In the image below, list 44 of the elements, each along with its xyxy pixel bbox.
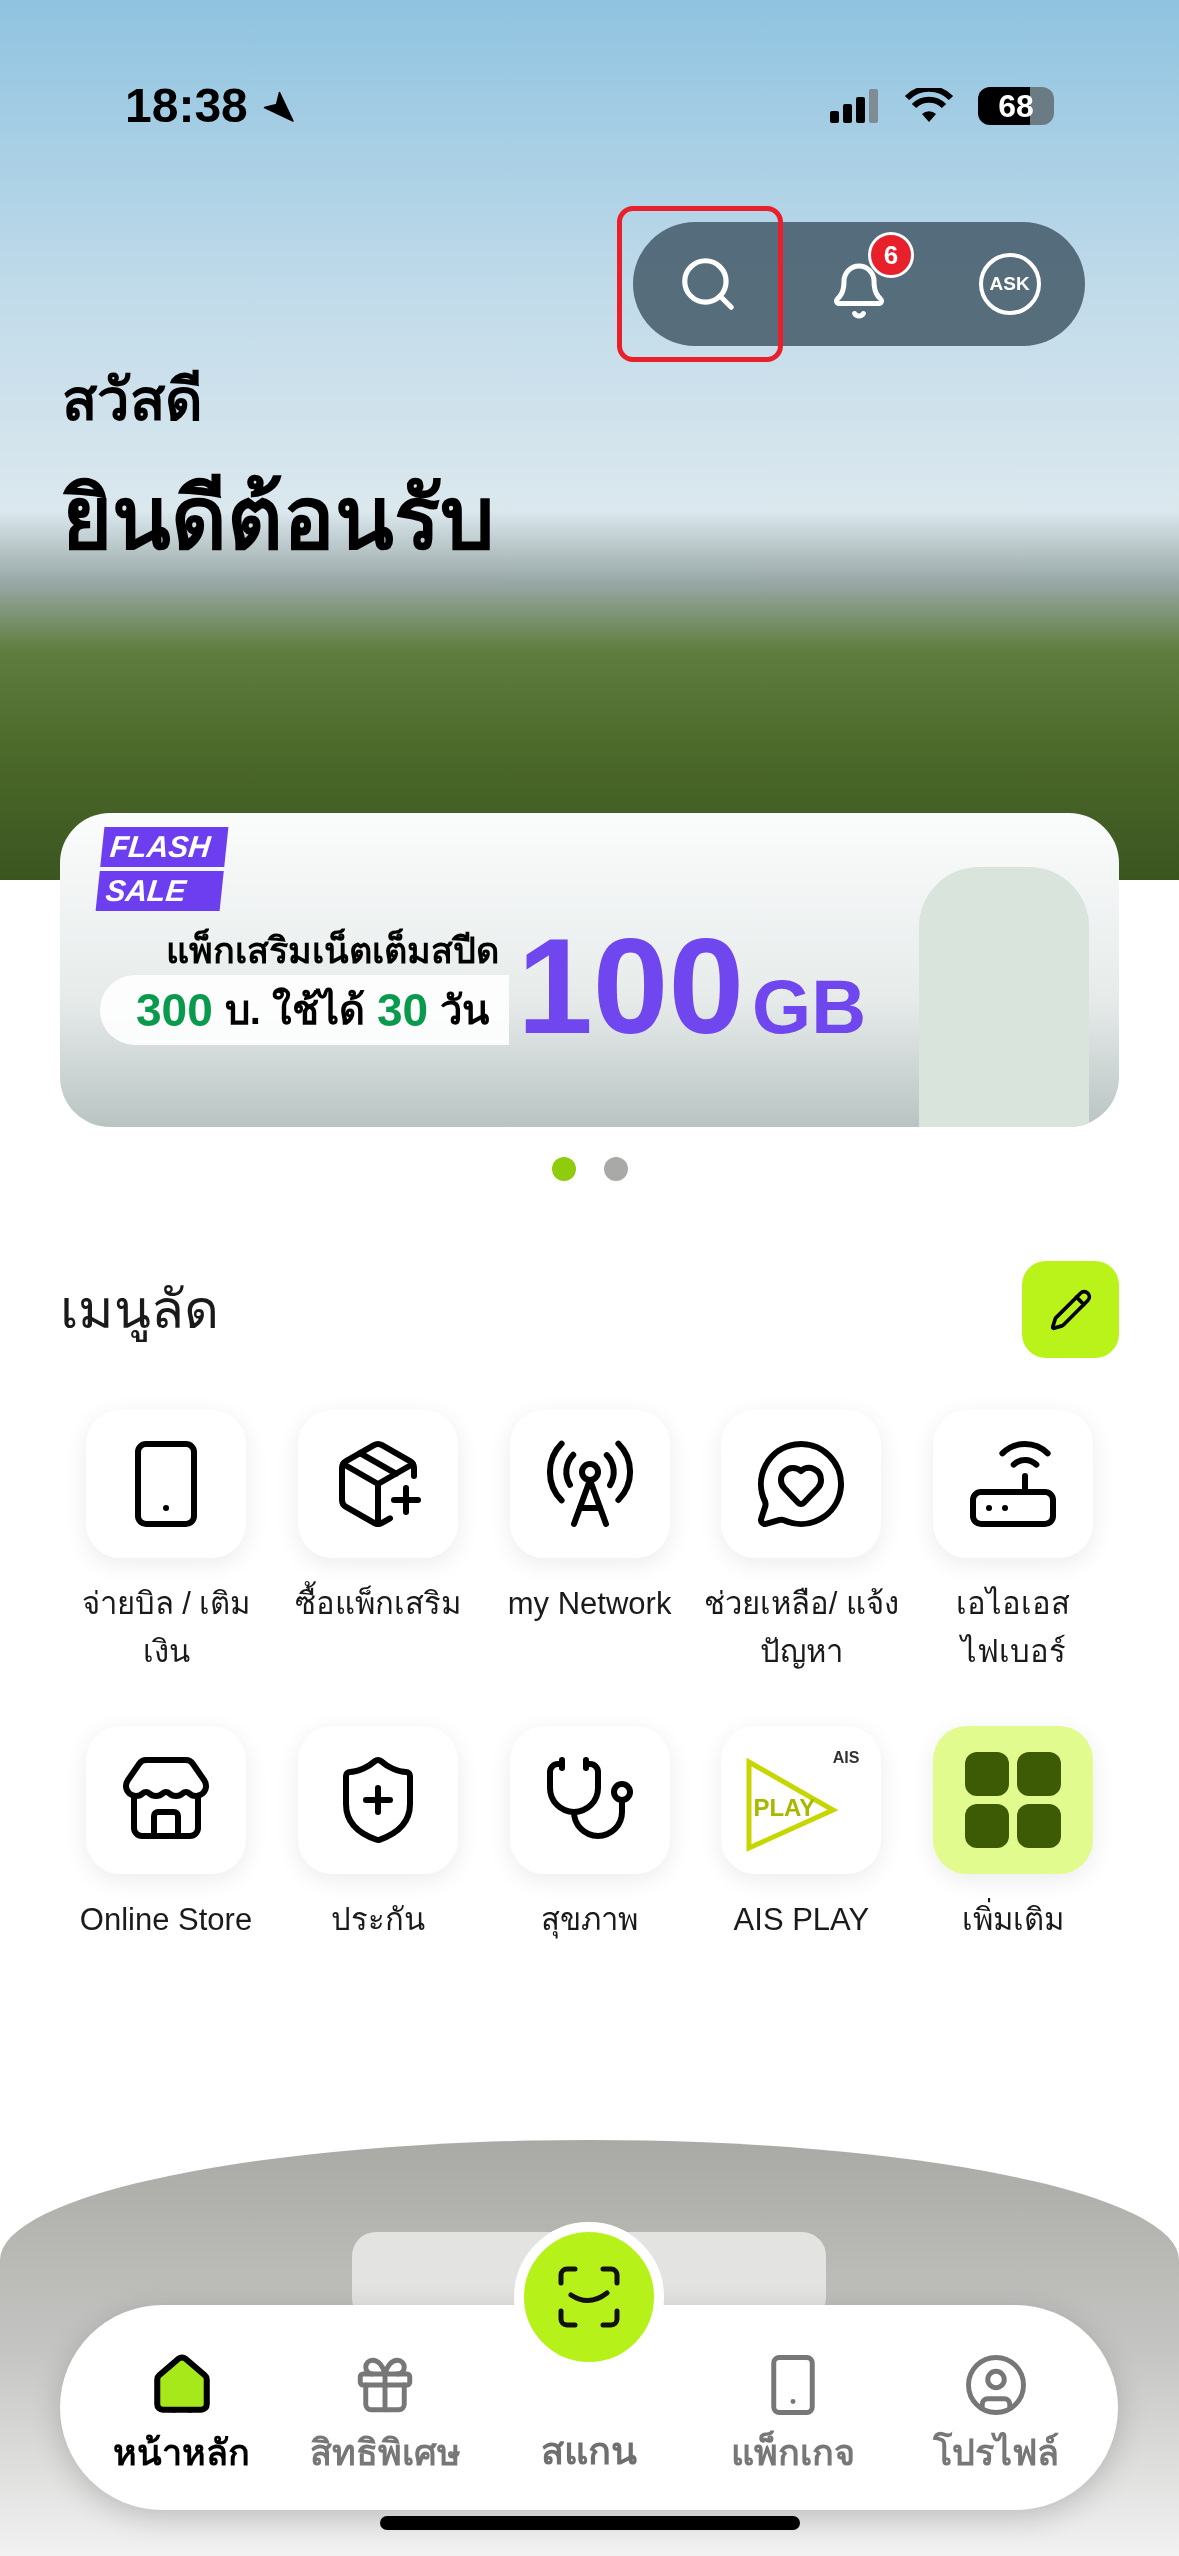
ask-button[interactable]: ASK bbox=[978, 253, 1041, 315]
notifications-button[interactable]: 6 bbox=[804, 232, 914, 336]
shortcut-label: Online Store bbox=[78, 1901, 254, 1939]
greeting-text: สวัสดี bbox=[62, 366, 204, 434]
nav-tab[interactable]: แพ็กเกจ bbox=[692, 2352, 893, 2480]
welcome-title: ยินดีต้อนรับ bbox=[62, 469, 496, 568]
notification-badge: 6 bbox=[868, 232, 914, 278]
section-title: เมนูลัด bbox=[60, 1269, 219, 1350]
shortcut-label: เอไอเอส ไฟเบอร์ bbox=[955, 1585, 1072, 1671]
pencil-icon bbox=[1048, 1287, 1093, 1332]
battery-indicator: 68 bbox=[978, 87, 1054, 125]
signal-icon bbox=[830, 89, 880, 123]
shortcut-tile[interactable] bbox=[933, 1410, 1094, 1558]
status-time: 18:38 bbox=[125, 78, 248, 134]
shortcut-label: เพิ่มเติม bbox=[910, 1896, 1117, 1944]
shortcut-tile[interactable]: PLAY AIS bbox=[721, 1726, 882, 1874]
shortcut-tile[interactable] bbox=[86, 1410, 246, 1558]
wifi-icon bbox=[904, 88, 954, 124]
data-unit: GB bbox=[752, 963, 867, 1051]
grid-icon bbox=[963, 1750, 1064, 1850]
data-amount: 100 bbox=[517, 911, 745, 1061]
shortcut-label: จ่ายบิล / เติมเงิน bbox=[80, 1585, 252, 1671]
scan-tab[interactable]: สแกน bbox=[489, 2222, 689, 2480]
banner-headline: แพ็กเสริมเน็ตเต็มสปีด bbox=[166, 927, 500, 973]
shortcut-label: ช่วยเหลือ/ แจ้งปัญหา bbox=[702, 1585, 900, 1671]
shortcut-label: ซื้อแพ็กเสริม bbox=[274, 1580, 481, 1628]
nav-tab[interactable]: หน้าหลัก bbox=[81, 2352, 282, 2480]
nav-tab[interactable]: สิทธิพิเศษ bbox=[285, 2352, 486, 2480]
flash-sale-tag: FLASH SALE bbox=[95, 827, 229, 911]
edit-button[interactable] bbox=[1022, 1261, 1119, 1358]
shortcut-tile[interactable] bbox=[509, 1410, 670, 1558]
shortcut-label: AIS PLAY bbox=[732, 1901, 871, 1939]
shortcut-tile[interactable] bbox=[86, 1726, 246, 1874]
shortcut-tile[interactable] bbox=[933, 1726, 1094, 1874]
shortcut-label: ประกัน bbox=[329, 1901, 426, 1939]
price-pill: 300 บ. ใช้ได้ 30 วัน bbox=[100, 975, 510, 1045]
shortcut-tile[interactable] bbox=[509, 1726, 670, 1874]
shortcut-label: สุขภาพ bbox=[540, 1901, 640, 1941]
shortcut-label: my Network bbox=[506, 1585, 673, 1623]
shortcut-tile[interactable] bbox=[297, 1410, 458, 1558]
shortcut-tile[interactable] bbox=[721, 1410, 882, 1558]
shortcut-tile[interactable] bbox=[297, 1726, 458, 1874]
nav-tab[interactable]: โปรไฟล์ bbox=[896, 2352, 1097, 2480]
scan-face-icon bbox=[557, 2265, 621, 2329]
